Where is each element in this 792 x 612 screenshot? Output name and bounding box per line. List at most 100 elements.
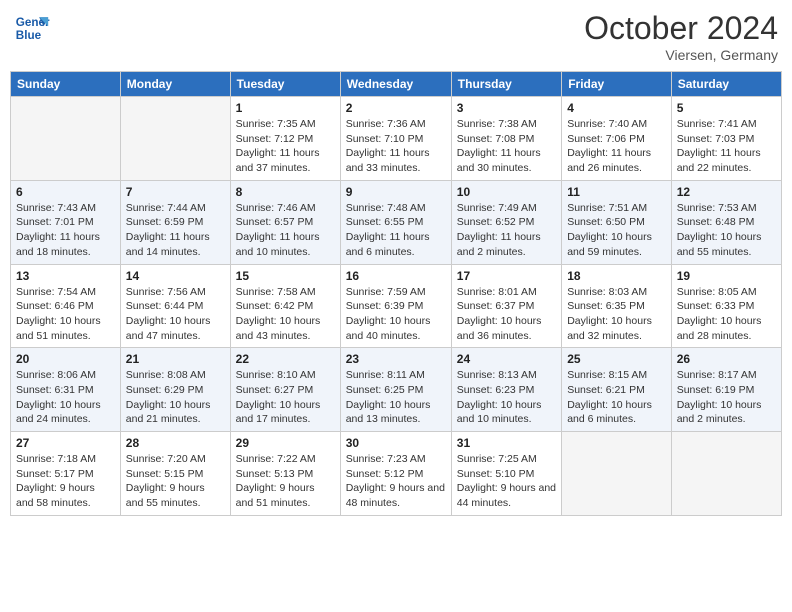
day-number: 4 <box>567 101 666 115</box>
day-info: Sunrise: 8:17 AMSunset: 6:19 PMDaylight:… <box>677 368 776 427</box>
day-info: Sunrise: 8:11 AMSunset: 6:25 PMDaylight:… <box>346 368 446 427</box>
table-cell: 20 Sunrise: 8:06 AMSunset: 6:31 PMDayligh… <box>11 348 121 432</box>
day-info: Sunrise: 7:58 AMSunset: 6:42 PMDaylight:… <box>236 285 335 344</box>
day-info: Sunrise: 7:38 AMSunset: 7:08 PMDaylight:… <box>457 117 556 176</box>
table-cell: 1 Sunrise: 7:35 AMSunset: 7:12 PMDaylight… <box>230 97 340 181</box>
table-cell: 21 Sunrise: 8:08 AMSunset: 6:29 PMDayligh… <box>120 348 230 432</box>
calendar-table: Sunday Monday Tuesday Wednesday Thursday… <box>10 71 782 516</box>
day-number: 17 <box>457 269 556 283</box>
table-cell: 17 Sunrise: 8:01 AMSunset: 6:37 PMDayligh… <box>451 264 561 348</box>
day-info: Sunrise: 7:25 AMSunset: 5:10 PMDaylight:… <box>457 452 556 511</box>
table-cell: 25 Sunrise: 8:15 AMSunset: 6:21 PMDayligh… <box>562 348 672 432</box>
day-info: Sunrise: 7:36 AMSunset: 7:10 PMDaylight:… <box>346 117 446 176</box>
day-number: 6 <box>16 185 115 199</box>
table-cell: 8Sunrise: 7:46 AMSunset: 6:57 PMDaylight… <box>230 180 340 264</box>
header-row: Sunday Monday Tuesday Wednesday Thursday… <box>11 72 782 97</box>
location: Viersen, Germany <box>584 47 778 63</box>
table-cell: 4Sunrise: 7:40 AMSunset: 7:06 PMDaylight… <box>562 97 672 181</box>
day-info: Sunrise: 7:41 AMSunset: 7:03 PMDaylight:… <box>677 117 776 176</box>
day-number: 7 <box>126 185 225 199</box>
day-number: 13 <box>16 269 115 283</box>
day-number: 11 <box>567 185 666 199</box>
day-info: Sunrise: 7:48 AMSunset: 6:55 PMDaylight:… <box>346 201 446 260</box>
day-number: 22 <box>236 352 335 366</box>
col-saturday: Saturday <box>671 72 781 97</box>
day-number: 29 <box>236 436 335 450</box>
calendar-row: 20 Sunrise: 8:06 AMSunset: 6:31 PMDayligh… <box>11 348 782 432</box>
day-info: Sunrise: 7:53 AMSunset: 6:48 PMDaylight:… <box>677 201 776 260</box>
day-info: Sunrise: 7:20 AMSunset: 5:15 PMDaylight:… <box>126 452 225 511</box>
day-info: Sunrise: 8:05 AMSunset: 6:33 PMDaylight:… <box>677 285 776 344</box>
table-cell: 23Sunrise: 8:11 AMSunset: 6:25 PMDayligh… <box>340 348 451 432</box>
day-info: Sunrise: 7:56 AMSunset: 6:44 PMDaylight:… <box>126 285 225 344</box>
day-info: Sunrise: 8:03 AMSunset: 6:35 PMDaylight:… <box>567 285 666 344</box>
day-number: 2 <box>346 101 446 115</box>
day-number: 9 <box>346 185 446 199</box>
day-info: Sunrise: 7:44 AMSunset: 6:59 PMDaylight:… <box>126 201 225 260</box>
page-header: General Blue October 2024 Viersen, Germa… <box>10 10 782 63</box>
table-cell: 15 Sunrise: 7:58 AMSunset: 6:42 PMDayligh… <box>230 264 340 348</box>
day-number: 25 <box>567 352 666 366</box>
table-cell: 16Sunrise: 7:59 AMSunset: 6:39 PMDayligh… <box>340 264 451 348</box>
day-info: Sunrise: 7:22 AMSunset: 5:13 PMDaylight:… <box>236 452 335 511</box>
table-cell: 27 Sunrise: 7:18 AMSunset: 5:17 PMDayligh… <box>11 432 121 516</box>
day-info: Sunrise: 8:06 AMSunset: 6:31 PMDaylight:… <box>16 368 115 427</box>
table-cell <box>120 97 230 181</box>
day-info: Sunrise: 7:23 AMSunset: 5:12 PMDaylight:… <box>346 452 446 511</box>
day-number: 28 <box>126 436 225 450</box>
day-number: 15 <box>236 269 335 283</box>
day-number: 21 <box>126 352 225 366</box>
day-info: Sunrise: 8:15 AMSunset: 6:21 PMDaylight:… <box>567 368 666 427</box>
table-cell: 5 Sunrise: 7:41 AMSunset: 7:03 PMDaylight… <box>671 97 781 181</box>
table-cell: 10 Sunrise: 7:49 AMSunset: 6:52 PMDayligh… <box>451 180 561 264</box>
day-info: Sunrise: 8:13 AMSunset: 6:23 PMDaylight:… <box>457 368 556 427</box>
table-cell <box>11 97 121 181</box>
calendar-row: 13 Sunrise: 7:54 AMSunset: 6:46 PMDayligh… <box>11 264 782 348</box>
day-number: 24 <box>457 352 556 366</box>
day-number: 3 <box>457 101 556 115</box>
col-tuesday: Tuesday <box>230 72 340 97</box>
table-cell: 28 Sunrise: 7:20 AMSunset: 5:15 PMDayligh… <box>120 432 230 516</box>
logo-icon: General Blue <box>14 10 50 46</box>
day-info: Sunrise: 7:49 AMSunset: 6:52 PMDaylight:… <box>457 201 556 260</box>
table-cell: 7 Sunrise: 7:44 AMSunset: 6:59 PMDaylight… <box>120 180 230 264</box>
table-cell: 9 Sunrise: 7:48 AMSunset: 6:55 PMDaylight… <box>340 180 451 264</box>
day-number: 12 <box>677 185 776 199</box>
table-cell: 29 Sunrise: 7:22 AMSunset: 5:13 PMDayligh… <box>230 432 340 516</box>
day-info: Sunrise: 8:01 AMSunset: 6:37 PMDaylight:… <box>457 285 556 344</box>
day-number: 18 <box>567 269 666 283</box>
day-number: 8 <box>236 185 335 199</box>
table-cell: 19 Sunrise: 8:05 AMSunset: 6:33 PMDayligh… <box>671 264 781 348</box>
table-cell: 11 Sunrise: 7:51 AMSunset: 6:50 PMDayligh… <box>562 180 672 264</box>
table-cell <box>671 432 781 516</box>
day-info: Sunrise: 7:35 AMSunset: 7:12 PMDaylight:… <box>236 117 335 176</box>
day-number: 10 <box>457 185 556 199</box>
col-sunday: Sunday <box>11 72 121 97</box>
day-info: Sunrise: 7:18 AMSunset: 5:17 PMDaylight:… <box>16 452 115 511</box>
day-number: 26 <box>677 352 776 366</box>
calendar-row: 27 Sunrise: 7:18 AMSunset: 5:17 PMDayligh… <box>11 432 782 516</box>
table-cell: 31Sunrise: 7:25 AMSunset: 5:10 PMDayligh… <box>451 432 561 516</box>
day-number: 20 <box>16 352 115 366</box>
calendar-row: 6Sunrise: 7:43 AMSunset: 7:01 PMDaylight… <box>11 180 782 264</box>
day-number: 19 <box>677 269 776 283</box>
table-cell: 12 Sunrise: 7:53 AMSunset: 6:48 PMDayligh… <box>671 180 781 264</box>
table-cell: 14Sunrise: 7:56 AMSunset: 6:44 PMDayligh… <box>120 264 230 348</box>
day-info: Sunrise: 7:51 AMSunset: 6:50 PMDaylight:… <box>567 201 666 260</box>
day-number: 30 <box>346 436 446 450</box>
table-cell <box>562 432 672 516</box>
col-wednesday: Wednesday <box>340 72 451 97</box>
day-info: Sunrise: 8:08 AMSunset: 6:29 PMDaylight:… <box>126 368 225 427</box>
col-monday: Monday <box>120 72 230 97</box>
logo: General Blue <box>14 10 50 46</box>
table-cell: 6Sunrise: 7:43 AMSunset: 7:01 PMDaylight… <box>11 180 121 264</box>
table-cell: 22Sunrise: 8:10 AMSunset: 6:27 PMDayligh… <box>230 348 340 432</box>
calendar-row: 1 Sunrise: 7:35 AMSunset: 7:12 PMDaylight… <box>11 97 782 181</box>
day-number: 1 <box>236 101 335 115</box>
table-cell: 18 Sunrise: 8:03 AMSunset: 6:35 PMDayligh… <box>562 264 672 348</box>
day-number: 27 <box>16 436 115 450</box>
table-cell: 24 Sunrise: 8:13 AMSunset: 6:23 PMDayligh… <box>451 348 561 432</box>
day-number: 5 <box>677 101 776 115</box>
table-cell: 30 Sunrise: 7:23 AMSunset: 5:12 PMDayligh… <box>340 432 451 516</box>
day-info: Sunrise: 7:54 AMSunset: 6:46 PMDaylight:… <box>16 285 115 344</box>
